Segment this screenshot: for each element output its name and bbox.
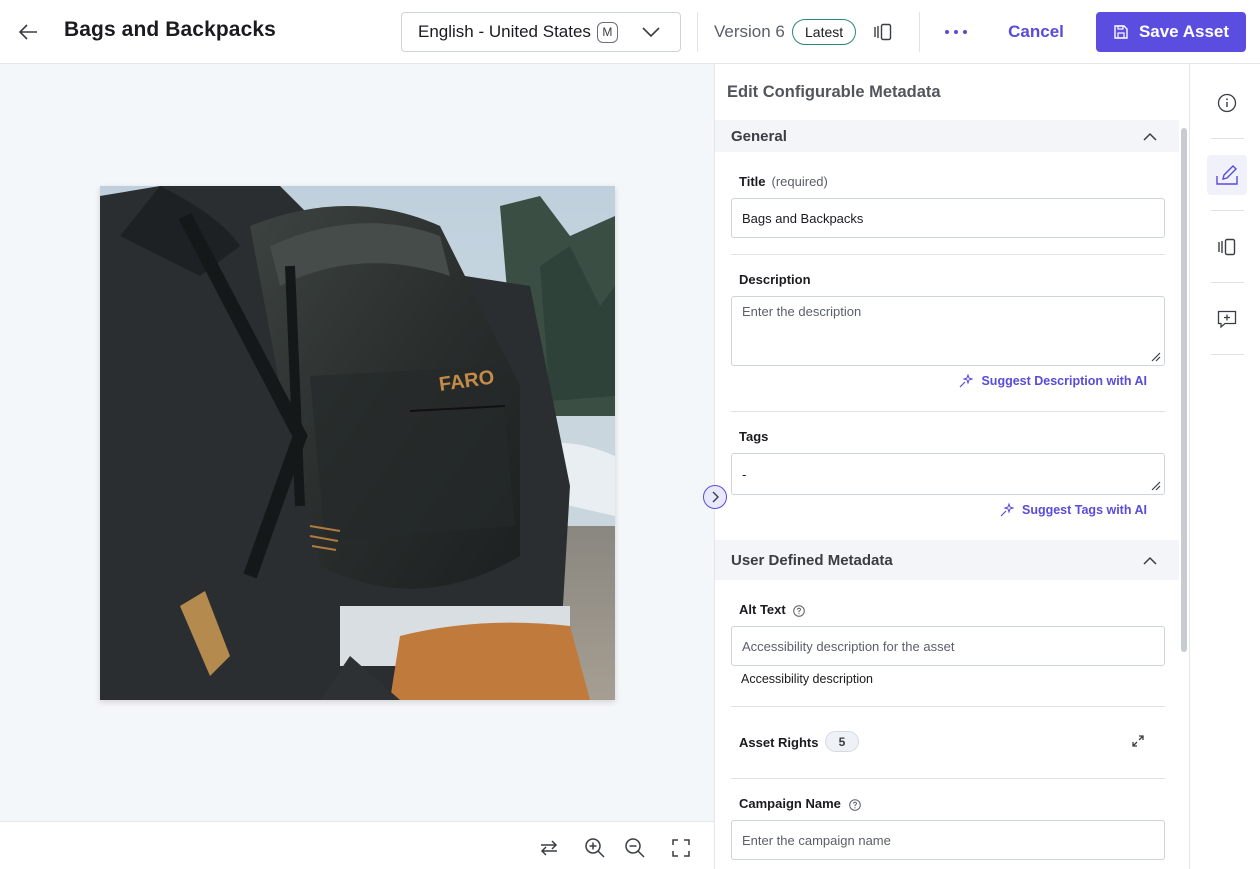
top-bar: Bags and Backpacks English - United Stat… xyxy=(0,0,1260,64)
page-title: Bags and Backpacks xyxy=(64,18,276,41)
compare-versions-button[interactable] xyxy=(870,20,896,44)
preview-toolbar xyxy=(0,821,714,869)
rail-divider xyxy=(1211,354,1244,355)
field-divider xyxy=(731,706,1165,707)
section-user-defined-header[interactable]: User Defined Metadata xyxy=(715,540,1179,580)
collapse-panel-button[interactable] xyxy=(703,485,727,509)
help-icon[interactable] xyxy=(848,798,861,811)
campaign-name-input[interactable]: Enter the campaign name xyxy=(731,820,1165,860)
back-button[interactable] xyxy=(14,18,42,46)
more-options-button[interactable] xyxy=(940,20,972,44)
field-divider xyxy=(731,778,1165,779)
info-button[interactable] xyxy=(1207,83,1247,123)
arrow-left-icon xyxy=(18,24,37,40)
resize-grip-icon xyxy=(1151,352,1161,362)
save-asset-label: Save Asset xyxy=(1138,22,1230,41)
comment-icon xyxy=(1217,310,1237,329)
locale-selected-value: English - United States xyxy=(418,22,591,41)
chevron-up-icon xyxy=(1143,129,1157,146)
section-general-header[interactable]: General xyxy=(715,120,1179,152)
zoom-out-icon xyxy=(625,838,645,858)
expand-icon xyxy=(1132,735,1144,747)
panel-title: Edit Configurable Metadata xyxy=(727,83,941,101)
zoom-in-button[interactable] xyxy=(583,836,607,860)
field-divider xyxy=(731,411,1165,412)
edit-metadata-icon xyxy=(1216,165,1238,185)
tags-input[interactable]: - xyxy=(731,453,1165,495)
save-asset-button[interactable]: Save Asset xyxy=(1096,12,1246,52)
asset-image: FARO xyxy=(100,186,615,700)
panel-scrollbar[interactable] xyxy=(1181,128,1187,652)
chevron-right-icon xyxy=(712,491,719,503)
latest-badge: Latest xyxy=(792,19,857,45)
chevron-down-icon xyxy=(642,25,660,44)
rail-divider xyxy=(1211,282,1244,283)
asset-rights-label: Asset Rights xyxy=(739,735,819,750)
suggest-tags-ai-button[interactable]: Suggest Tags with AI xyxy=(1000,503,1147,517)
section-user-defined-title: User Defined Metadata xyxy=(731,551,893,569)
title-label: Title (required) xyxy=(739,174,828,189)
help-icon[interactable] xyxy=(793,604,806,617)
rail-divider xyxy=(1211,138,1244,139)
zoom-out-button[interactable] xyxy=(623,836,647,860)
zoom-in-icon xyxy=(585,838,605,858)
asset-rights-expand-button[interactable] xyxy=(1129,732,1147,750)
save-icon xyxy=(1114,25,1128,39)
field-divider xyxy=(731,254,1165,255)
header-divider xyxy=(919,12,920,52)
chevron-up-icon xyxy=(1143,553,1157,570)
edit-metadata-button[interactable] xyxy=(1207,155,1247,195)
alt-text-label: Alt Text xyxy=(739,602,806,617)
resize-grip-icon xyxy=(1151,481,1161,491)
description-label: Description xyxy=(739,272,811,287)
sparkle-icon xyxy=(960,374,974,388)
cancel-button[interactable]: Cancel xyxy=(996,14,1076,50)
metadata-panel: Edit Configurable Metadata General Title… xyxy=(714,64,1190,869)
info-icon xyxy=(1217,93,1237,113)
sparkle-icon xyxy=(1000,503,1014,517)
right-rail xyxy=(1191,64,1260,869)
tags-label: Tags xyxy=(739,429,769,444)
alt-text-helper: Accessibility description xyxy=(741,672,873,686)
alt-text-input[interactable]: Accessibility description for the asset xyxy=(731,626,1165,666)
section-general-title: General xyxy=(731,127,787,145)
version-label: Version 6 xyxy=(714,22,785,41)
locale-select[interactable]: English - United States M xyxy=(401,12,681,52)
description-textarea[interactable]: Enter the description xyxy=(731,296,1165,366)
compare-versions-rail-button[interactable] xyxy=(1207,227,1247,267)
campaign-name-label: Campaign Name xyxy=(739,796,861,811)
asset-rights-count-badge: 5 xyxy=(825,731,859,752)
rail-divider xyxy=(1211,210,1244,211)
title-input[interactable]: Bags and Backpacks xyxy=(731,198,1165,238)
asset-preview-area: FARO xyxy=(0,64,714,821)
fullscreen-button[interactable] xyxy=(669,836,693,860)
swap-button[interactable] xyxy=(537,836,561,860)
header-divider xyxy=(697,12,698,52)
locale-badge: M xyxy=(596,21,618,43)
suggest-description-ai-button[interactable]: Suggest Description with AI xyxy=(959,374,1147,388)
required-hint: (required) xyxy=(771,174,828,189)
compare-versions-icon xyxy=(874,23,892,41)
compare-versions-icon xyxy=(1218,238,1236,256)
more-horizontal-icon xyxy=(945,30,967,34)
comments-button[interactable] xyxy=(1207,299,1247,339)
swap-icon xyxy=(540,840,558,856)
fullscreen-icon xyxy=(672,839,690,857)
